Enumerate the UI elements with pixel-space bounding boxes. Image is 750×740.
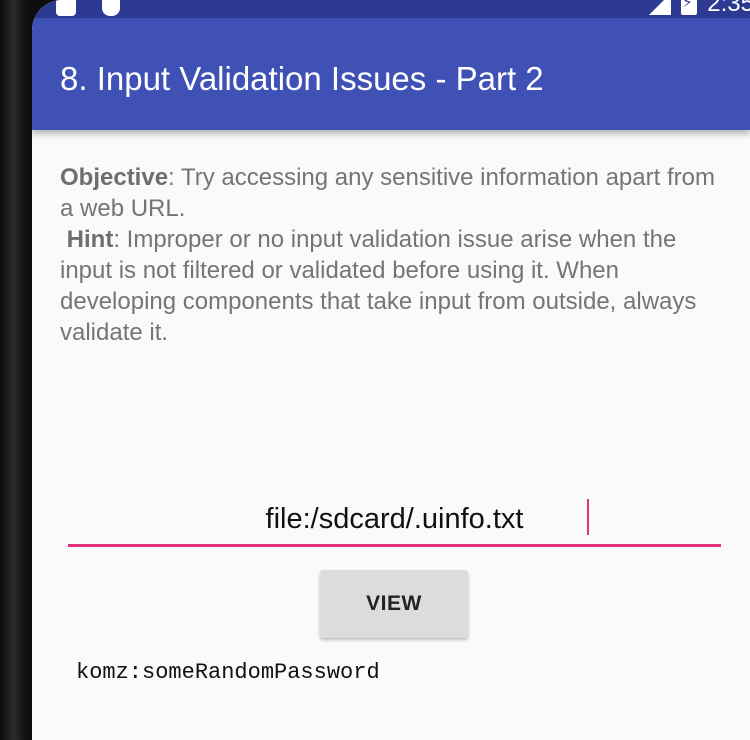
description-section: Objective: Try accessing any sensitive i… [60, 162, 730, 348]
android-icon [102, 0, 120, 16]
status-indicators: 2:35 [649, 0, 750, 17]
input-underline [68, 544, 721, 547]
app-bar: 8. Input Validation Issues - Part 2 [32, 18, 750, 130]
device-screen: 2:35 8. Input Validation Issues - Part 2… [32, 0, 750, 740]
status-clock: 2:35 [707, 0, 750, 17]
hint-label: Hint [66, 226, 114, 253]
square-notification-icon [56, 0, 76, 16]
hint-text: : Improper or no input validation issue … [60, 226, 697, 346]
battery-charging-icon [681, 0, 698, 15]
objective-label: Objective [60, 164, 169, 191]
view-button[interactable]: VIEW [320, 570, 468, 638]
page-title: 8. Input Validation Issues - Part 2 [60, 60, 544, 97]
signal-icon [649, 0, 672, 15]
url-input[interactable] [68, 495, 721, 543]
description-text: Objective: Try accessing any sensitive i… [60, 162, 730, 348]
status-bar: 2:35 [32, 0, 750, 18]
url-input-container [68, 495, 721, 547]
result-output: komz:someRandomPassword [76, 660, 380, 685]
text-cursor [587, 499, 589, 535]
